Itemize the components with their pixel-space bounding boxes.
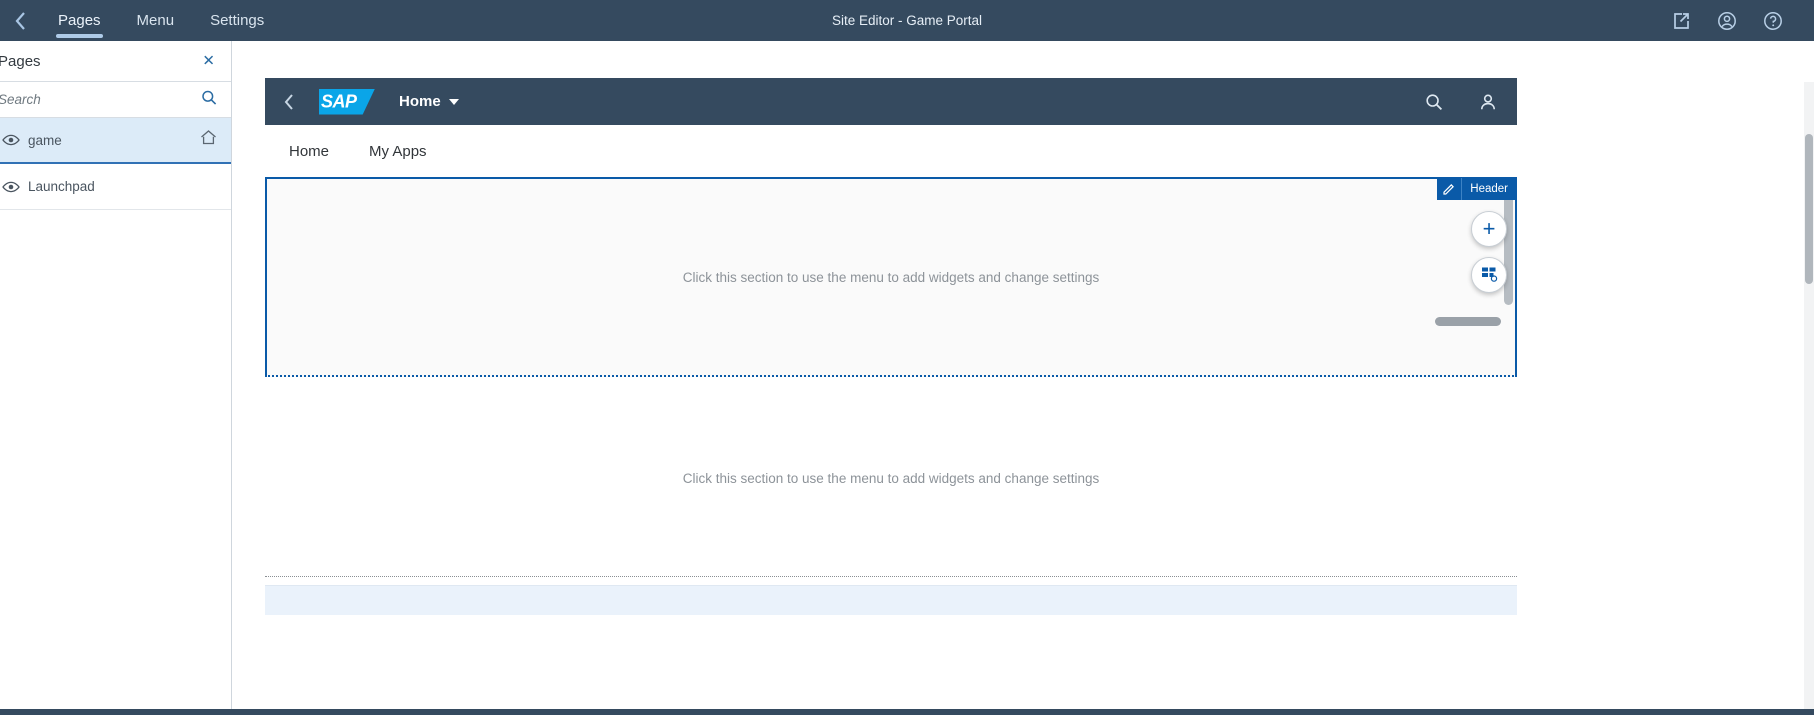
tab-settings[interactable]: Settings [192,0,282,41]
close-icon[interactable]: ✕ [202,54,215,69]
section-next[interactable] [265,585,1517,615]
tab-pages[interactable]: Pages [40,0,119,41]
section-list: Header Click this section to use the men… [265,177,1517,615]
app-bar: Pages Menu Settings Site Editor - Game P… [0,0,1814,41]
eye-icon[interactable] [0,180,28,194]
preview-tab-my-apps[interactable]: My Apps [361,137,435,166]
side-panel-title: Pages [0,52,41,70]
shell-home-label: Home [399,93,441,110]
shell-back-button[interactable] [283,93,317,111]
account-icon[interactable] [1716,10,1738,32]
section-action-buttons: + [1471,211,1507,293]
back-button[interactable] [0,0,40,41]
search-icon[interactable] [201,89,217,110]
search-icon[interactable] [1423,91,1445,113]
preview-tab-home-label: Home [289,142,330,160]
app-bar-actions [1670,0,1806,41]
preview-tab-strip: Home My Apps [265,125,1517,177]
page-list-item-label: game [28,132,62,148]
section-badge-label: Header [1461,178,1516,200]
sap-logo-text: SAP [321,91,357,111]
tab-menu[interactable]: Menu [119,0,193,41]
shell-header: SAP Home [265,78,1517,125]
tab-settings-label: Settings [210,12,265,29]
share-icon[interactable] [1670,10,1692,32]
canvas-scrollbar-thumb[interactable] [1805,134,1813,284]
plus-icon: + [1482,216,1496,241]
pages-side-panel: Pages ✕ game [0,41,232,715]
help-icon[interactable] [1762,10,1784,32]
bottom-bar [0,709,1814,715]
eye-icon[interactable] [0,133,28,147]
section-header[interactable]: Header Click this section to use the men… [265,177,1517,377]
user-icon[interactable] [1477,91,1499,113]
shell-actions [1423,78,1499,125]
page-list-item-launchpad[interactable]: Launchpad [0,164,231,210]
tab-pages-label: Pages [58,12,101,29]
editor-canvas: SAP Home Home My Apps Header Click this … [233,41,1814,715]
page-list-item-label: Launchpad [28,179,95,194]
search-input[interactable] [0,82,229,117]
preview-tab-my-apps-label: My Apps [369,142,427,160]
preview-tab-home[interactable]: Home [281,137,337,166]
section-layout-button[interactable] [1471,257,1507,293]
home-icon[interactable] [200,130,217,151]
search-field-wrapper [0,82,231,118]
section-horizontal-scrollbar-thumb[interactable] [1435,317,1501,326]
section-badge: Header [1437,178,1516,200]
shell-home-dropdown[interactable]: Home [399,93,459,110]
sap-logo: SAP [319,88,375,115]
chevron-down-icon [448,98,459,105]
add-widget-button[interactable]: + [1471,211,1507,247]
section-placeholder-text: Click this section to use the menu to ad… [682,269,1100,285]
edit-icon[interactable] [1437,178,1462,200]
canvas-scrollbar-track[interactable] [1804,82,1814,715]
section-placeholder-text: Click this section to use the menu to ad… [682,471,1100,486]
page-list-item-game[interactable]: game [0,118,231,164]
side-panel-header: Pages ✕ [0,41,231,82]
section-content[interactable]: Click this section to use the menu to ad… [265,381,1517,577]
tab-menu-label: Menu [136,12,175,29]
page-preview: SAP Home Home My Apps Header Click this … [265,78,1517,715]
layout-grid-icon [1480,265,1498,286]
app-tab-list: Pages Menu Settings [40,0,282,41]
